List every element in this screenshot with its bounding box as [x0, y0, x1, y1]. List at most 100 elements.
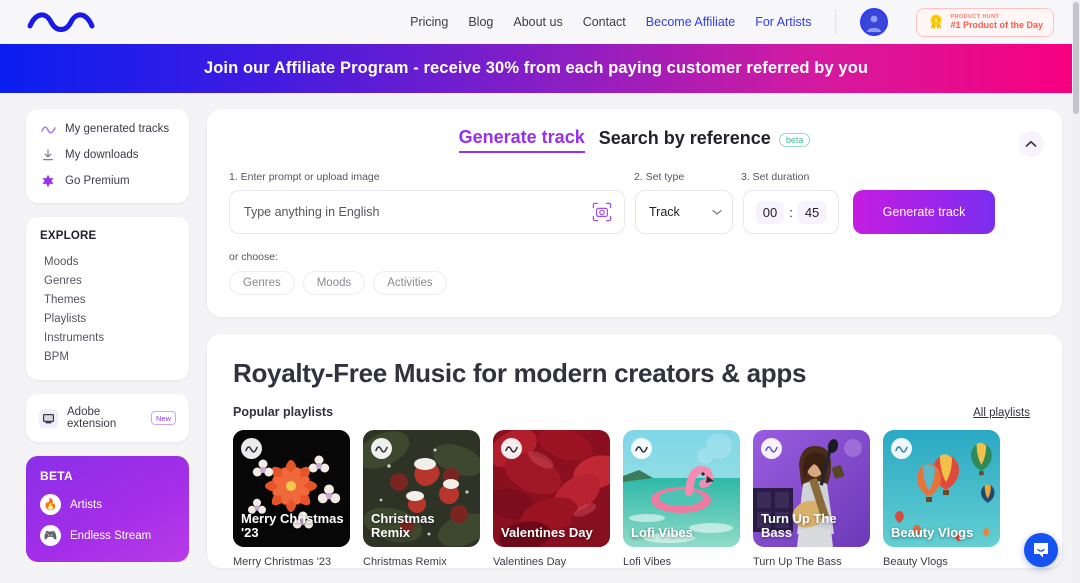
nav-divider [835, 9, 837, 35]
new-badge: New [150, 411, 176, 425]
playlist-overlay-title: Turn Up The Bass [761, 510, 837, 540]
affiliate-banner-text: Join our Affiliate Program - receive 30%… [203, 59, 869, 77]
playlist-caption: Turn Up The Bass [753, 556, 842, 568]
affiliate-banner[interactable]: Join our Affiliate Program - receive 30%… [0, 44, 1072, 93]
section-title: Popular playlists [233, 405, 334, 419]
explore-heading: EXPLORE [40, 230, 97, 242]
playlist-thumbnail[interactable]: Turn Up The Bass [753, 430, 870, 547]
step-1-label: 1. Enter prompt or upload image [229, 171, 380, 183]
generator-card: Generate track Search by reference beta … [207, 109, 1062, 317]
sidebar-item-themes[interactable]: Themes [40, 290, 175, 309]
chat-bubble-icon [1034, 543, 1048, 558]
sidebar-item-instruments[interactable]: Instruments [40, 328, 175, 347]
brand-logo[interactable] [26, 9, 98, 35]
chevron-up-icon [1025, 140, 1037, 147]
nav-contact[interactable]: Contact [583, 15, 626, 29]
svg-text:1: 1 [935, 18, 938, 24]
generator-form-row: Track 00 : 45 Generate track [229, 190, 1040, 234]
scrollbar-thumb[interactable] [1073, 2, 1079, 114]
playlist-thumbnail[interactable]: Beauty Vlogs [883, 430, 1000, 547]
sidebar-beta-card: BETA 🔥 Artists 🎮 Endless Stream [26, 456, 189, 562]
step-2-label: 2. Set type [634, 171, 685, 183]
download-icon [40, 147, 56, 163]
playlist-card[interactable]: Christmas Remix Christmas Remix [363, 430, 480, 568]
user-avatar-icon [863, 11, 886, 33]
sidebar-item-playlists[interactable]: Playlists [40, 309, 175, 328]
playlist-thumbnail[interactable]: Valentines Day [493, 430, 610, 547]
chat-launcher-button[interactable] [1024, 533, 1058, 567]
nav-pricing[interactable]: Pricing [410, 15, 448, 29]
playlist-thumbnail[interactable]: Lofi Vibes [623, 430, 740, 547]
playlist-overlay-title: Valentines Day [501, 524, 593, 540]
generator-tabs: Generate track Search by reference beta [229, 127, 1040, 153]
sidebar-item-artists[interactable]: 🔥 Artists [40, 494, 175, 515]
playlist-card[interactable]: Beauty Vlogs Beauty Vlogs [883, 430, 1000, 568]
wave-icon [40, 121, 56, 137]
playlist-card[interactable]: Lofi Vibes Lofi Vibes [623, 430, 740, 568]
tab-search-by-reference[interactable]: Search by reference [599, 128, 771, 152]
nav-become-affiliate[interactable]: Become Affiliate [646, 15, 735, 29]
chip-moods[interactable]: Moods [302, 271, 366, 295]
page-scrollbar[interactable] [1072, 0, 1080, 583]
generate-track-button[interactable]: Generate track [853, 190, 995, 234]
or-choose-label: or choose: [229, 251, 279, 263]
site-header: Pricing Blog About us Contact Become Aff… [0, 0, 1072, 44]
playlist-caption: Beauty Vlogs [883, 556, 948, 568]
duration-input: 00 : 45 [743, 190, 839, 234]
page-title: Royalty-Free Music for modern creators &… [233, 358, 807, 388]
wave-badge-icon [631, 438, 652, 459]
nav-about-us[interactable]: About us [513, 15, 562, 29]
adobe-extension-label: Adobe extension [67, 406, 117, 430]
chip-genres[interactable]: Genres [229, 271, 295, 295]
sidebar-item-go-premium[interactable]: Go Premium [40, 173, 175, 189]
wave-badge-icon [891, 438, 912, 459]
sidebar-item-my-downloads[interactable]: My downloads [40, 147, 175, 163]
sidebar-item-bpm[interactable]: BPM [40, 347, 175, 366]
playlist-overlay-title: Merry Christmas '23 [241, 510, 344, 540]
avatar[interactable] [860, 8, 889, 36]
gamepad-icon: 🎮 [40, 525, 61, 546]
playlist-caption: Lofi Vibes [623, 556, 672, 568]
medal-icon: 1 [927, 14, 944, 31]
duration-minutes[interactable]: 00 [755, 200, 785, 224]
chip-activities[interactable]: Activities [373, 271, 447, 295]
type-select[interactable]: Track [635, 190, 733, 234]
nav-blog[interactable]: Blog [468, 15, 493, 29]
sidebar-user-card: My generated tracks My downloads Go Prem… [26, 109, 189, 203]
sidebar-item-label: Artists [70, 498, 102, 511]
product-hunt-text: PRODUCT HUNT #1 Product of the Day [950, 14, 1043, 31]
playlist-thumbnail[interactable]: Christmas Remix [363, 430, 480, 547]
sidebar-explore-card: EXPLORE Moods Genres Themes Playlists In… [26, 217, 189, 380]
nav-for-artists[interactable]: For Artists [755, 15, 811, 29]
collapse-button[interactable] [1018, 131, 1044, 157]
sidebar-item-genres[interactable]: Genres [40, 271, 175, 290]
playlist-overlay-title: Lofi Vibes [631, 524, 693, 540]
playlist-overlay-title: Beauty Vlogs [891, 524, 974, 540]
chevron-down-icon [712, 209, 722, 215]
form-step-labels: 1. Enter prompt or upload image 2. Set t… [229, 171, 1040, 183]
product-hunt-badge[interactable]: 1 PRODUCT HUNT #1 Product of the Day [916, 7, 1054, 37]
sidebar-item-endless-stream[interactable]: 🎮 Endless Stream [40, 525, 175, 546]
duration-seconds[interactable]: 45 [797, 200, 827, 224]
star-icon [40, 173, 56, 189]
playlist-card[interactable]: Turn Up The Bass Turn Up The Bass [753, 430, 870, 568]
prompt-input[interactable] [244, 205, 590, 219]
tab-generate-track[interactable]: Generate track [458, 127, 585, 153]
beta-heading: BETA [40, 469, 73, 483]
playlist-caption: Christmas Remix [363, 556, 447, 568]
beta-chip: beta [778, 133, 811, 147]
sidebar-adobe-extension[interactable]: Adobe extension New [26, 394, 189, 442]
playlist-card[interactable]: Merry Christmas '23 Merry Christmas '23 [233, 430, 350, 568]
playlist-card[interactable]: Valentines Day Valentines Day [493, 430, 610, 568]
duration-separator: : [789, 204, 793, 220]
playlist-overlay-title: Christmas Remix [371, 510, 435, 540]
all-playlists-link[interactable]: All playlists [973, 407, 1030, 419]
popular-playlists-header: Popular playlists All playlists [233, 405, 1040, 419]
camera-scan-icon[interactable] [590, 200, 614, 224]
wave-badge-icon [241, 438, 262, 459]
playlist-thumbnail[interactable]: Merry Christmas '23 [233, 430, 350, 547]
sidebar-item-moods[interactable]: Moods [40, 252, 175, 271]
sidebar-item-my-generated-tracks[interactable]: My generated tracks [40, 121, 175, 137]
content-card: Royalty-Free Music for modern creators &… [207, 334, 1062, 568]
prompt-box [229, 190, 625, 234]
